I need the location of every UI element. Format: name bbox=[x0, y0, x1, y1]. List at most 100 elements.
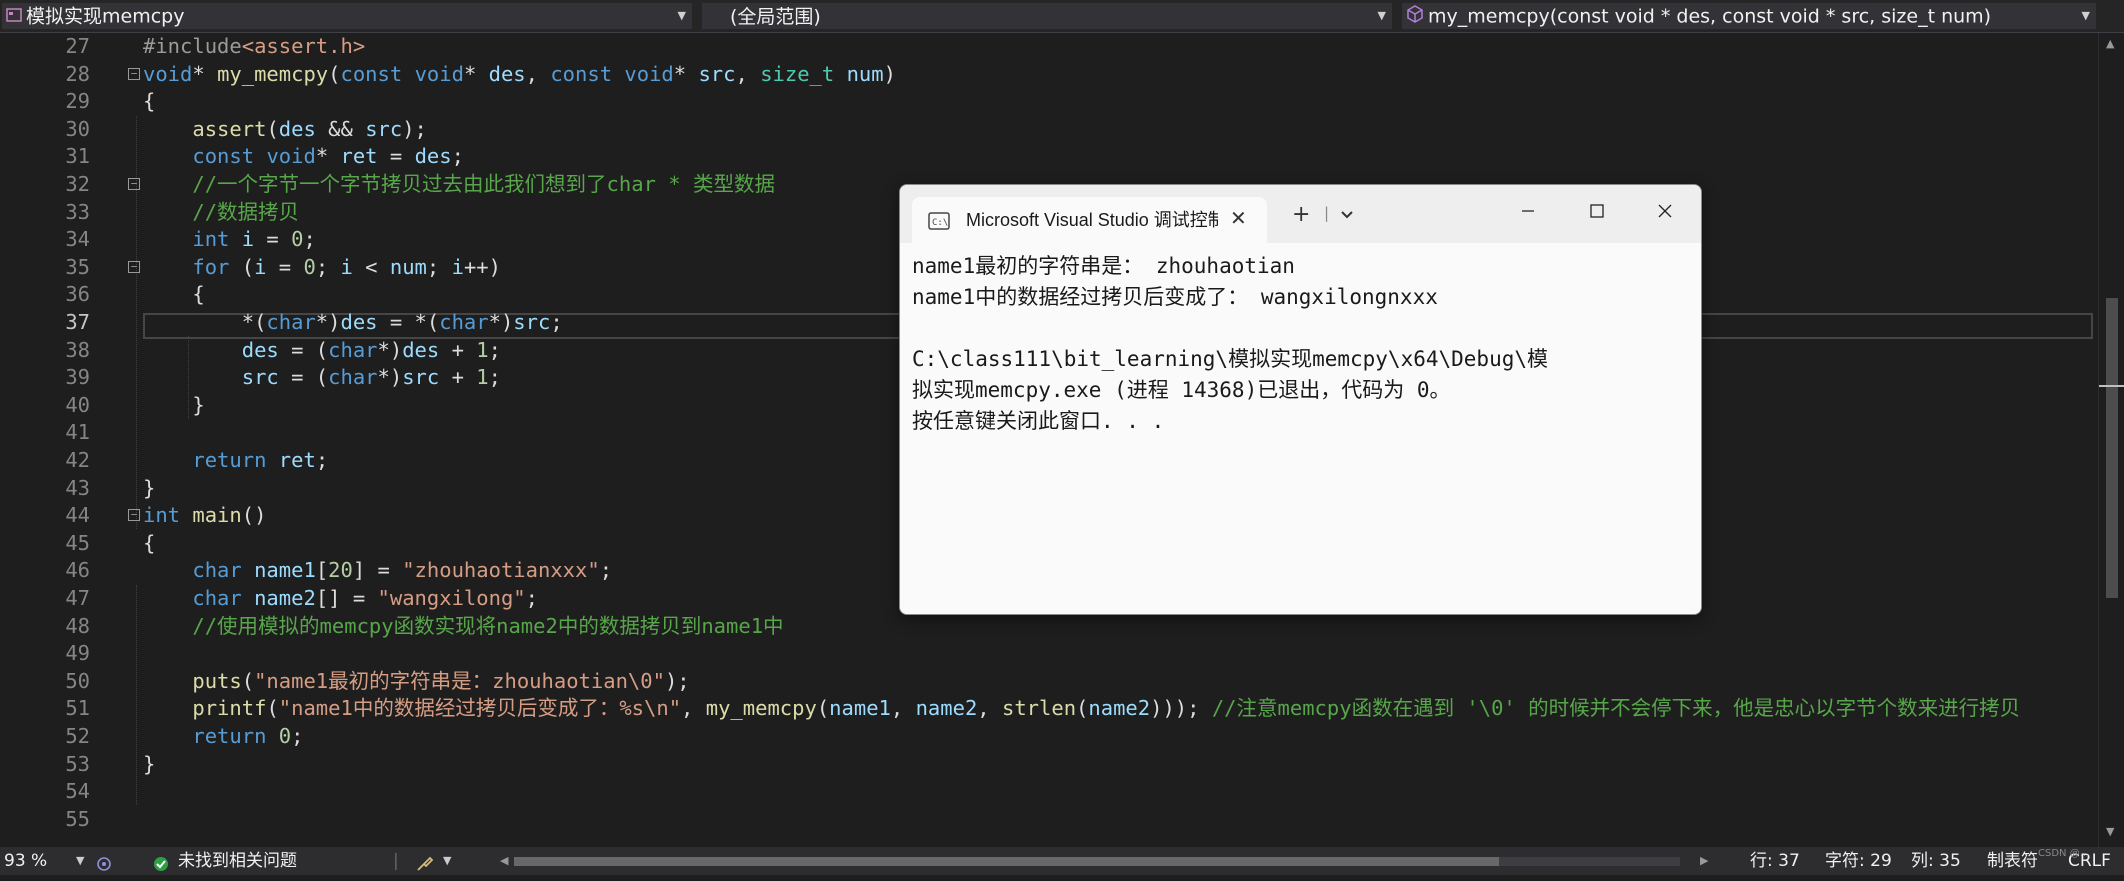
code-line: 48 //使用模拟的memcpy函数实现将name2中的数据拷贝到name1中 bbox=[0, 613, 2100, 641]
line-number: 28 bbox=[65, 61, 90, 86]
code-text[interactable]: return 0; bbox=[143, 723, 303, 751]
console-tab[interactable]: C:\ Microsoft Visual Studio 调试控制台 ✕ bbox=[912, 197, 1267, 243]
line-number: 32 bbox=[65, 172, 90, 196]
code-line: 50 puts("name1最初的字符串是：zhouhaotian\0"); bbox=[0, 668, 2100, 696]
code-line: 52 return 0; bbox=[0, 723, 2100, 751]
scroll-right-icon[interactable]: ▶ bbox=[1700, 847, 1708, 875]
chevron-down-icon: ▼ bbox=[2081, 9, 2090, 22]
issues-status[interactable]: 未找到相关问题 bbox=[178, 847, 297, 875]
code-line: 54 bbox=[0, 778, 2100, 806]
tab-separator: | bbox=[1324, 204, 1330, 222]
console-titlebar[interactable]: C:\ Microsoft Visual Studio 调试控制台 ✕ + | bbox=[900, 185, 1701, 243]
line-number: 53 bbox=[65, 751, 90, 776]
line-number: 55 bbox=[65, 806, 90, 831]
code-text[interactable]: } bbox=[143, 751, 155, 779]
member-icon bbox=[1406, 4, 1424, 30]
console-tab-title: Microsoft Visual Studio 调试控制台 bbox=[966, 210, 1218, 230]
zoom-level[interactable]: 93 % bbox=[4, 847, 47, 875]
close-icon[interactable]: ✕ bbox=[1230, 205, 1247, 231]
code-text[interactable]: char name2[] = "wangxilong"; bbox=[143, 585, 538, 613]
horizontal-scrollbar[interactable]: ◀ ▶ bbox=[500, 853, 1708, 869]
vertical-scrollbar[interactable]: ▲ ▼ bbox=[2098, 33, 2124, 847]
console-line: name1中的数据经过拷贝后变成了： wangxilongnxxx bbox=[912, 285, 1438, 309]
svg-text:C:\: C:\ bbox=[932, 218, 948, 228]
scroll-down-icon[interactable]: ▼ bbox=[2106, 825, 2114, 838]
code-text[interactable]: printf("name1中的数据经过拷贝后变成了：%s\n", my_memc… bbox=[143, 695, 2020, 723]
chevron-down-icon[interactable] bbox=[1340, 201, 1354, 229]
scrollbar-thumb[interactable] bbox=[2106, 298, 2118, 598]
scope-dropdown[interactable]: (全局范围) ▼ bbox=[702, 3, 1392, 29]
code-text[interactable]: { bbox=[143, 281, 204, 309]
member-name: my_memcpy(const void * des, const void *… bbox=[1428, 5, 1992, 28]
paintbrush-icon[interactable] bbox=[416, 853, 434, 881]
code-text[interactable]: des = (char*)des + 1; bbox=[143, 337, 501, 365]
line-number: 37 bbox=[65, 310, 90, 334]
code-text[interactable]: const void* ret = des; bbox=[143, 143, 464, 171]
code-text[interactable]: //数据拷贝 bbox=[143, 199, 299, 227]
code-line: 51 printf("name1中的数据经过拷贝后变成了：%s\n", my_m… bbox=[0, 695, 2100, 723]
scrollbar-thumb[interactable] bbox=[514, 857, 1499, 866]
code-text[interactable]: return ret; bbox=[143, 447, 328, 475]
code-text[interactable]: int i = 0; bbox=[143, 226, 315, 254]
console-output[interactable]: name1最初的字符串是： zhouhaotian name1中的数据经过拷贝后… bbox=[900, 243, 1701, 614]
code-line: 49 bbox=[0, 640, 2100, 668]
code-text[interactable]: } bbox=[143, 475, 155, 503]
divider: | bbox=[393, 851, 399, 871]
scroll-up-icon[interactable]: ▲ bbox=[2106, 37, 2114, 50]
console-line: 拟实现memcpy.exe (进程 14368)已退出，代码为 0。 bbox=[912, 378, 1451, 402]
chevron-down-icon[interactable]: ▼ bbox=[443, 847, 451, 875]
scope-name: (全局范围) bbox=[730, 5, 821, 28]
code-line: 27 #include<assert.h> bbox=[0, 33, 2100, 61]
line-number: 48 bbox=[65, 613, 90, 638]
line-number: 41 bbox=[65, 420, 90, 445]
line-number: 42 bbox=[65, 448, 90, 472]
line-number: 39 bbox=[65, 365, 90, 390]
code-text[interactable]: for (i = 0; i < num; i++) bbox=[143, 254, 501, 282]
chevron-down-icon[interactable]: ▼ bbox=[76, 847, 84, 875]
line-number: 46 bbox=[65, 558, 90, 583]
cursor-line[interactable]: 行: 37 bbox=[1750, 847, 1800, 875]
fold-toggle-icon[interactable]: − bbox=[128, 178, 140, 190]
line-number: 50 bbox=[65, 668, 90, 693]
plus-icon[interactable]: + bbox=[1292, 201, 1310, 229]
ok-check-icon bbox=[153, 853, 169, 881]
close-icon[interactable] bbox=[1657, 199, 1673, 227]
indent-mode[interactable]: 制表符 bbox=[1987, 847, 2038, 875]
code-text[interactable]: *(char*)des = *(char*)src; bbox=[143, 309, 563, 337]
fold-toggle-icon[interactable]: − bbox=[128, 67, 140, 80]
debug-console-window[interactable]: C:\ Microsoft Visual Studio 调试控制台 ✕ + | … bbox=[899, 184, 1702, 615]
code-text[interactable]: //使用模拟的memcpy函数实现将name2中的数据拷贝到name1中 bbox=[143, 613, 783, 641]
chevron-down-icon: ▼ bbox=[1377, 9, 1386, 22]
navigation-bar: 模拟实现memcpy ▼ (全局范围) ▼ my_memcpy(const vo… bbox=[0, 0, 2124, 33]
caret-marker bbox=[2099, 385, 2124, 387]
code-text[interactable]: } bbox=[143, 392, 204, 420]
code-text[interactable]: //一个字节一个字节拷贝过去由此我们想到了char * 类型数据 bbox=[143, 171, 775, 199]
line-number: 40 bbox=[65, 392, 90, 417]
line-number: 31 bbox=[65, 144, 90, 169]
code-text[interactable]: char name1[20] = "zhouhaotianxxx"; bbox=[143, 557, 612, 585]
scroll-left-icon[interactable]: ◀ bbox=[500, 847, 508, 875]
maximize-icon[interactable] bbox=[1589, 199, 1605, 227]
fold-toggle-icon[interactable]: − bbox=[128, 260, 140, 273]
line-number: 33 bbox=[65, 199, 90, 224]
code-text[interactable]: src = (char*)src + 1; bbox=[143, 364, 501, 392]
minimize-icon[interactable] bbox=[1520, 199, 1536, 227]
cursor-column[interactable]: 列: 35 bbox=[1911, 847, 1961, 875]
fold-toggle-icon[interactable]: − bbox=[128, 509, 140, 522]
line-number: 35 bbox=[65, 254, 90, 279]
line-number: 45 bbox=[65, 530, 90, 555]
member-dropdown[interactable]: my_memcpy(const void * des, const void *… bbox=[1402, 3, 2096, 29]
cursor-char[interactable]: 字符: 29 bbox=[1825, 847, 1892, 875]
code-text[interactable]: { bbox=[143, 88, 155, 116]
code-line: 55 bbox=[0, 806, 2100, 834]
code-text[interactable]: int main() bbox=[143, 502, 266, 530]
console-line: 按任意键关闭此窗口. . . bbox=[912, 409, 1165, 433]
project-dropdown[interactable]: 模拟实现memcpy ▼ bbox=[2, 3, 692, 29]
code-text[interactable]: #include<assert.h> bbox=[143, 33, 365, 61]
code-text[interactable]: puts("name1最初的字符串是：zhouhaotian\0"); bbox=[143, 668, 689, 696]
code-text[interactable]: assert(des && src); bbox=[143, 116, 427, 144]
copilot-icon[interactable] bbox=[96, 853, 112, 881]
code-text[interactable]: { bbox=[143, 530, 155, 558]
line-number: 27 bbox=[65, 34, 90, 58]
code-text[interactable]: void* my_memcpy(const void* des, const v… bbox=[143, 61, 896, 89]
